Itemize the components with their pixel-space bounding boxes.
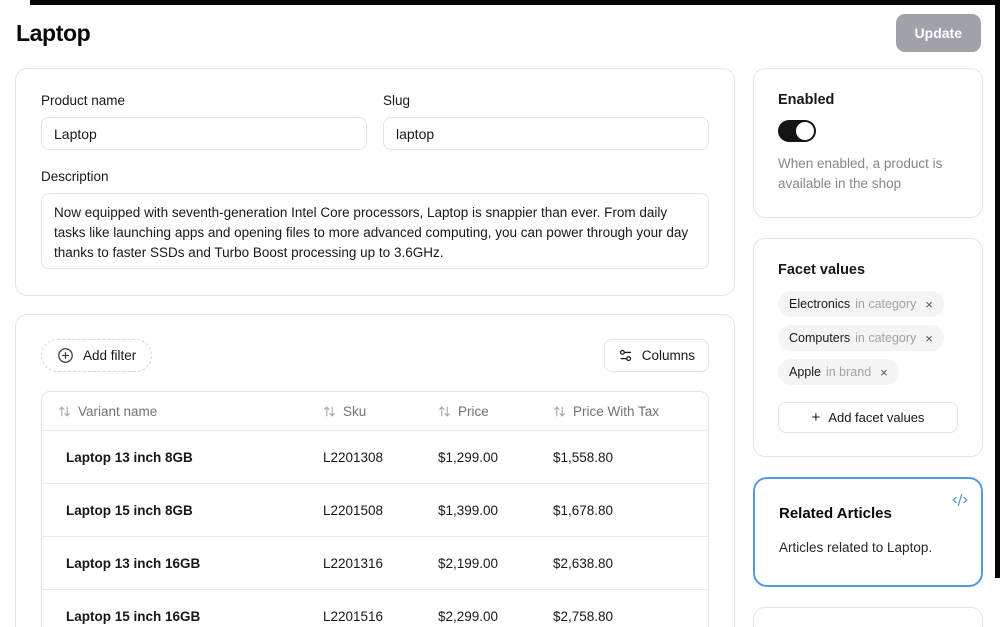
facet-chip-facet: in category [855,297,916,311]
content: Product name Slug Description Now equipp… [0,52,1000,627]
cell-price: $1,299.00 [422,450,537,465]
close-icon[interactable]: × [880,366,888,379]
name-slug-row: Product name Slug [41,93,709,150]
cell-price: $2,299.00 [422,609,537,624]
column-header-variant-name[interactable]: Variant name [42,404,307,419]
sort-icon[interactable] [58,405,71,418]
facet-chip-list: Electronics in category × Computers in c… [778,291,958,385]
main-column: Product name Slug Description Now equipp… [15,68,735,627]
update-button[interactable]: Update [896,14,981,52]
product-name-label: Product name [41,93,367,108]
page-header: Laptop Update [0,0,1000,52]
column-label: Sku [343,404,366,419]
product-detail-page: Laptop Update Product name Slug Descript… [0,0,1000,627]
table-row[interactable]: Laptop 13 inch 8GB L2201308 $1,299.00 $1… [42,430,708,483]
facet-chip-value: Computers [789,331,850,345]
column-header-price-with-tax[interactable]: Price With Tax [537,404,708,419]
column-header-sku[interactable]: Sku [307,404,422,419]
window-edge-right [995,0,1000,578]
code-icon[interactable] [952,492,968,513]
table-row[interactable]: Laptop 15 inch 8GB L2201508 $1,399.00 $1… [42,483,708,536]
product-name-input[interactable] [41,117,367,150]
sort-icon[interactable] [323,405,336,418]
related-articles-body: Articles related to Laptop. [779,540,957,555]
assets-card: Assets [753,607,983,627]
cell-variant-name: Laptop 13 inch 8GB [42,450,307,465]
cell-price-with-tax: $1,558.80 [537,450,708,465]
description-label: Description [41,169,709,184]
plus-circle-icon [57,347,74,364]
add-facet-values-button[interactable]: + Add facet values [778,402,958,433]
cell-price: $2,199.00 [422,556,537,571]
enabled-card: Enabled When enabled, a product is avail… [753,68,983,218]
slug-label: Slug [383,93,709,108]
column-header-price[interactable]: Price [422,404,537,419]
description-input[interactable]: Now equipped with seventh-generation Int… [41,193,709,269]
variants-card: Add filter Columns [15,314,735,627]
product-details-card: Product name Slug Description Now equipp… [15,68,735,296]
variants-toolbar: Add filter Columns [41,339,709,372]
column-label: Variant name [78,404,157,419]
enabled-help-text: When enabled, a product is available in … [778,154,958,194]
cell-variant-name: Laptop 15 inch 16GB [42,609,307,624]
close-icon[interactable]: × [925,298,933,311]
facet-chip: Apple in brand × [778,359,899,385]
product-name-field-group: Product name [41,93,367,150]
cell-price-with-tax: $2,638.80 [537,556,708,571]
window-edge-top [30,0,1000,5]
page-title: Laptop [16,20,90,47]
cell-price: $1,399.00 [422,503,537,518]
toggle-knob [796,122,814,140]
sort-icon[interactable] [438,405,451,418]
enabled-toggle[interactable] [778,120,816,142]
facet-chip-facet: in brand [826,365,871,379]
facet-values-card: Facet values Electronics in category × C… [753,238,983,457]
columns-button[interactable]: Columns [604,339,709,372]
column-label: Price With Tax [573,404,659,419]
related-articles-card[interactable]: Related Articles Articles related to Lap… [753,477,983,587]
cell-variant-name: Laptop 13 inch 16GB [42,556,307,571]
facet-chip-value: Electronics [789,297,850,311]
cell-variant-name: Laptop 15 inch 8GB [42,503,307,518]
cell-price-with-tax: $1,678.80 [537,503,708,518]
add-filter-label: Add filter [83,348,136,363]
table-header-row: Variant name Sku Price [42,392,708,430]
sidebar: Enabled When enabled, a product is avail… [753,68,983,627]
cell-sku: L2201316 [307,556,422,571]
table-row[interactable]: Laptop 15 inch 16GB L2201516 $2,299.00 $… [42,589,708,627]
facet-chip: Computers in category × [778,325,944,351]
sort-icon[interactable] [553,405,566,418]
slug-input[interactable] [383,117,709,150]
variants-table: Variant name Sku Price [41,391,709,627]
facet-chip-facet: in category [855,331,916,345]
facet-chip: Electronics in category × [778,291,944,317]
cell-price-with-tax: $2,758.80 [537,609,708,624]
related-articles-title: Related Articles [779,505,957,522]
table-row[interactable]: Laptop 13 inch 16GB L2201316 $2,199.00 $… [42,536,708,589]
column-label: Price [458,404,489,419]
enabled-title: Enabled [778,92,958,108]
facet-values-title: Facet values [778,262,958,278]
columns-label: Columns [642,348,695,363]
add-filter-button[interactable]: Add filter [41,339,152,372]
add-facet-values-label: Add facet values [828,410,924,425]
cell-sku: L2201308 [307,450,422,465]
cell-sku: L2201516 [307,609,422,624]
cell-sku: L2201508 [307,503,422,518]
sliders-icon [618,348,633,363]
close-icon[interactable]: × [925,332,933,345]
slug-field-group: Slug [383,93,709,150]
plus-icon: + [812,409,821,426]
facet-chip-value: Apple [789,365,821,379]
